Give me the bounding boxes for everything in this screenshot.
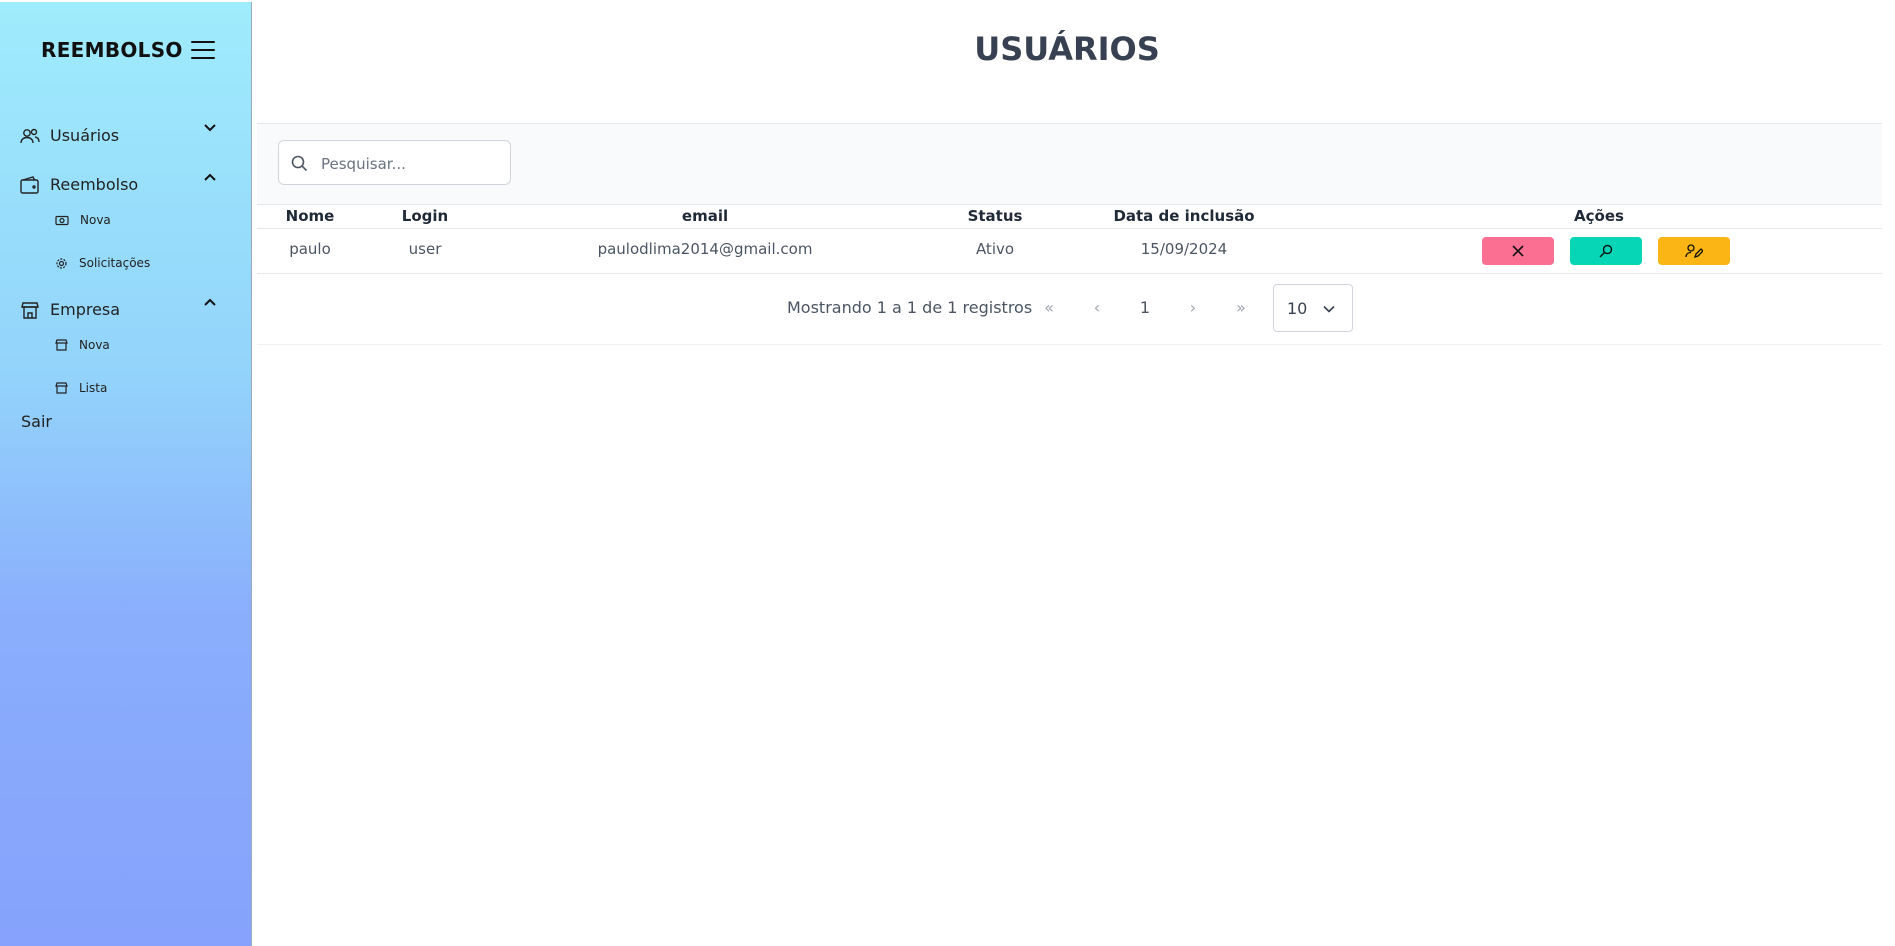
cell-email: paulodlima2014@gmail.com bbox=[597, 240, 813, 258]
last-page-button[interactable]: » bbox=[1229, 298, 1253, 317]
sub-item-label: Lista bbox=[79, 381, 108, 395]
sub-item-reembolso-nova[interactable]: Nova bbox=[55, 213, 111, 227]
rows-per-page-value: 10 bbox=[1287, 299, 1308, 318]
column-header-acoes: Ações bbox=[1574, 207, 1624, 225]
money-icon bbox=[55, 215, 69, 225]
cell-data-inclusao: 15/09/2024 bbox=[1140, 240, 1228, 258]
vertical-scrollbar[interactable] bbox=[1882, 0, 1895, 946]
column-header-email[interactable]: email bbox=[645, 207, 765, 225]
building-icon bbox=[21, 301, 39, 319]
building-icon bbox=[55, 339, 68, 351]
users-icon bbox=[20, 128, 40, 143]
chevron-down-icon bbox=[1323, 305, 1335, 313]
table-toolbar bbox=[257, 123, 1882, 205]
chevron-up-icon[interactable] bbox=[202, 169, 218, 185]
pagination-divider bbox=[257, 344, 1882, 345]
search-icon bbox=[1599, 244, 1613, 258]
current-page-button[interactable]: 1 bbox=[1133, 298, 1157, 317]
column-header-data-inclusao[interactable]: Data de inclusão bbox=[1094, 207, 1274, 225]
column-header-nome[interactable]: Nome bbox=[275, 207, 345, 225]
nav-item-label: Usuários bbox=[50, 126, 120, 145]
nav-item-label: Empresa bbox=[50, 300, 121, 319]
header-divider bbox=[257, 228, 1882, 229]
next-page-button[interactable]: › bbox=[1181, 298, 1205, 317]
pagination-summary: Mostrando 1 a 1 de 1 registros bbox=[787, 298, 1033, 317]
hamburger-menu-icon[interactable] bbox=[191, 41, 215, 59]
nav-item-usuarios[interactable]: Usuários bbox=[20, 126, 119, 145]
sub-item-label: Solicitações bbox=[79, 256, 151, 270]
sub-item-empresa-lista[interactable]: Lista bbox=[55, 381, 107, 395]
cell-nome: paulo bbox=[289, 240, 331, 258]
sub-item-solicitacoes[interactable]: Solicitações bbox=[55, 256, 150, 270]
column-header-login[interactable]: Login bbox=[390, 207, 460, 225]
nav-item-empresa[interactable]: Empresa bbox=[20, 300, 120, 319]
column-header-status[interactable]: Status bbox=[950, 207, 1040, 225]
first-page-button[interactable]: « bbox=[1037, 298, 1061, 317]
user-edit-icon bbox=[1685, 244, 1703, 259]
main-content: USUÁRIOS Nome Login email Status Data de… bbox=[252, 0, 1882, 946]
sidebar: REEMBOLSO Usuários Reembolso Nova Solici… bbox=[0, 2, 252, 946]
view-button[interactable] bbox=[1570, 237, 1642, 265]
brand-title: REEMBOLSO bbox=[41, 38, 183, 62]
prev-page-button[interactable]: ‹ bbox=[1085, 298, 1109, 317]
cell-status: Ativo bbox=[975, 240, 1015, 258]
wallet-icon bbox=[20, 175, 39, 194]
edit-button[interactable] bbox=[1658, 237, 1730, 265]
cell-login: user bbox=[408, 240, 442, 258]
search-input[interactable] bbox=[319, 151, 503, 177]
page-title: USUÁRIOS bbox=[974, 30, 1160, 68]
row-divider bbox=[257, 273, 1882, 274]
nav-item-reembolso[interactable]: Reembolso bbox=[20, 175, 138, 194]
gear-icon bbox=[56, 257, 67, 269]
delete-button[interactable] bbox=[1482, 237, 1554, 265]
nav-item-label: Reembolso bbox=[50, 175, 139, 194]
rows-per-page-select[interactable]: 10 bbox=[1273, 284, 1353, 332]
sub-item-label: Nova bbox=[80, 213, 111, 227]
logout-link[interactable]: Sair bbox=[21, 412, 52, 431]
sub-item-label: Nova bbox=[79, 338, 110, 352]
chevron-up-icon[interactable] bbox=[202, 294, 218, 310]
chevron-down-icon[interactable] bbox=[202, 120, 218, 136]
sub-item-empresa-nova[interactable]: Nova bbox=[55, 338, 110, 352]
search-icon bbox=[291, 155, 308, 172]
building-icon bbox=[55, 382, 68, 394]
close-icon bbox=[1512, 245, 1524, 257]
search-box bbox=[278, 140, 511, 185]
